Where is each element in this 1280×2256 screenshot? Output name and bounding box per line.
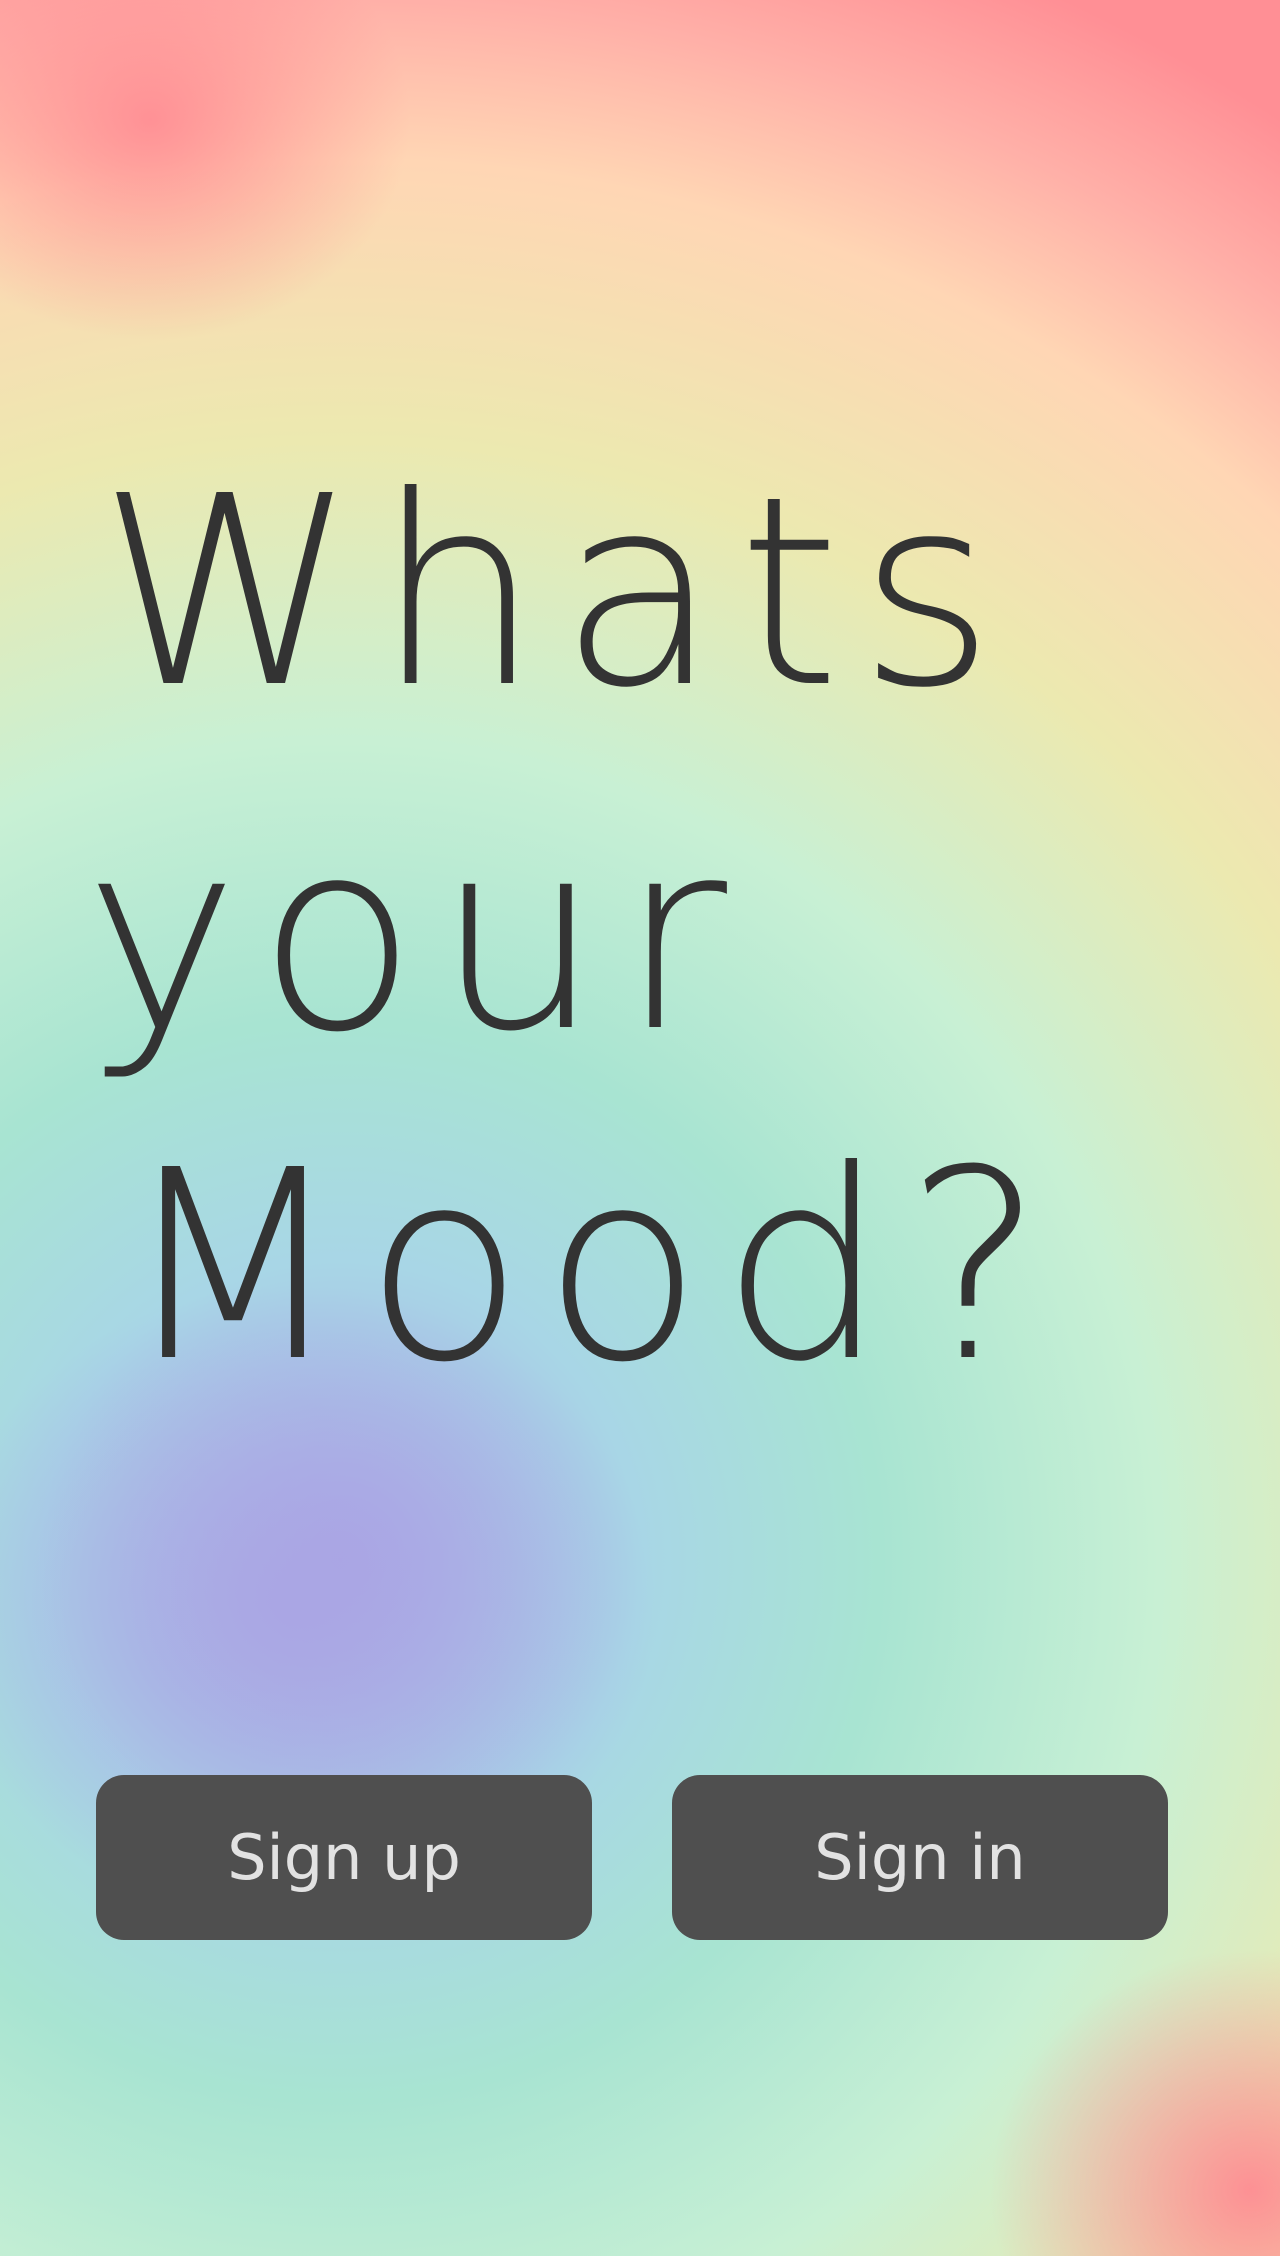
heading-line-whats: Whats [98,440,1013,745]
sign-in-label: Sign in [814,1821,1026,1894]
sign-in-button[interactable]: Sign in [672,1775,1168,1940]
sign-up-label: Sign up [227,1821,461,1894]
heading-line-your: your [84,784,746,1089]
sign-up-button[interactable]: Sign up [96,1775,592,1940]
heading-line-mood: Mood? [120,1114,1063,1419]
